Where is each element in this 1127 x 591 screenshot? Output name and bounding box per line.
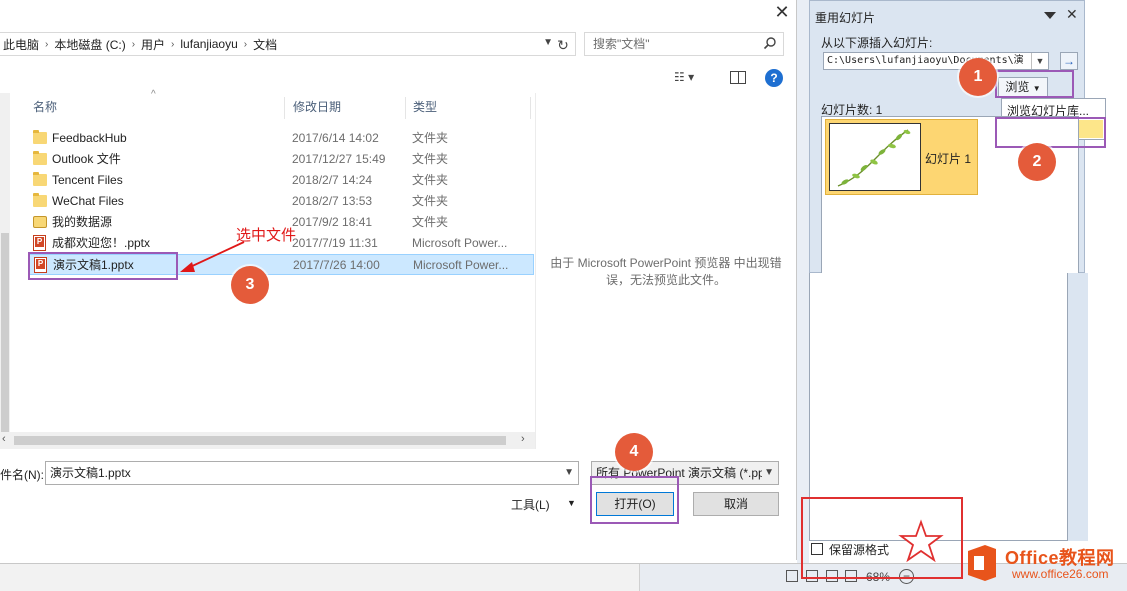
file-name: WeChat Files [52, 194, 124, 208]
file-row[interactable]: FeedbackHub 2017/6/14 14:02 文件夹 [28, 128, 534, 149]
filename-input[interactable]: 演示文稿1.pptx ▼ [45, 461, 579, 485]
breadcrumb-this-pc[interactable]: 此电脑 [0, 36, 42, 53]
preview-error-message: 由于 Microsoft PowerPoint 预览器 中出现错误，无法预览此文… [550, 256, 782, 287]
breadcrumb-local-disk[interactable]: 本地磁盘 (C:) [51, 36, 128, 53]
filename-label: 件名(N): [0, 468, 44, 482]
folder-icon [33, 130, 47, 144]
watermark-url: www.office26.com [1012, 567, 1109, 581]
vine-illustration [837, 129, 911, 187]
office-logo [968, 545, 996, 581]
step-badge-2: 2 [1018, 143, 1056, 181]
file-date: 2017/12/27 15:49 [292, 152, 386, 166]
column-divider[interactable] [530, 97, 531, 119]
chevron-right-icon[interactable]: › [168, 39, 177, 50]
column-header-date[interactable]: 修改日期 [293, 93, 341, 121]
file-row[interactable]: WeChat Files 2018/2/7 13:53 文件夹 [28, 191, 534, 212]
annotation-arrow-icon [180, 241, 245, 272]
pane-title: 重用幻灯片 [815, 11, 876, 25]
chevron-right-icon[interactable]: › [42, 39, 51, 50]
breadcrumb-documents[interactable]: 文档 [250, 36, 280, 53]
file-type: 文件夹 [412, 194, 449, 208]
file-date: 2017/6/14 14:02 [292, 131, 379, 145]
file-name: FeedbackHub [52, 131, 127, 145]
source-path-input[interactable]: C:\Users\lufanjiaoyu\Documents\演 [823, 52, 1049, 70]
file-row[interactable]: Tencent Files 2018/2/7 14:24 文件夹 [28, 170, 534, 191]
pptx-file-icon [33, 235, 46, 251]
chevron-right-icon[interactable]: › [241, 39, 250, 50]
preview-divider [535, 93, 536, 449]
close-icon[interactable]: ✕ [772, 2, 792, 22]
folder-icon [33, 193, 47, 207]
column-divider[interactable] [284, 97, 285, 119]
search-icon[interactable] [763, 36, 777, 50]
file-type: 文件夹 [412, 215, 449, 229]
star-icon [898, 519, 944, 563]
annotation-box-browse-file [995, 117, 1106, 148]
annotation-box-file [28, 252, 178, 280]
file-date: 2018/2/7 13:53 [292, 194, 373, 208]
step-badge-4: 4 [615, 433, 653, 471]
arrow-right-icon[interactable]: → [1060, 52, 1078, 70]
pane-edge [1068, 273, 1088, 541]
file-type: 文件夹 [412, 152, 449, 166]
file-date: 2017/7/26 14:00 [293, 258, 380, 272]
chevron-down-icon: ▼ [567, 498, 576, 508]
slide-item[interactable]: 幻灯片 1 [825, 119, 978, 195]
file-date: 2017/7/19 11:31 [292, 236, 378, 250]
annotation-box-browse [995, 70, 1074, 98]
slide-name: 幻灯片 1 [925, 152, 972, 166]
help-icon[interactable]: ? [765, 69, 783, 87]
filename-value: 演示文稿1.pptx [50, 466, 131, 480]
address-bar[interactable]: 此电脑 › 本地磁盘 (C:) › 用户 › lufanjiaoyu › 文档 … [0, 32, 576, 56]
file-type: Microsoft Power... [413, 258, 509, 272]
pane-options-icon[interactable] [1044, 12, 1056, 19]
cancel-button[interactable]: 取消 [693, 492, 779, 516]
data-source-folder-icon [33, 216, 47, 228]
file-name: Tencent Files [52, 173, 123, 187]
column-header-name[interactable]: 名称 [33, 93, 57, 121]
file-date: 2017/9/2 18:41 [292, 215, 373, 229]
scroll-left-icon[interactable]: ‹ [2, 433, 6, 445]
chevron-down-icon[interactable]: ▼ [1031, 53, 1048, 69]
dialog-bottom-edge [0, 564, 640, 591]
vertical-scrollbar[interactable] [0, 93, 10, 448]
file-type: Microsoft Power... [412, 236, 508, 250]
file-type: 文件夹 [412, 131, 449, 145]
folder-icon [33, 172, 47, 186]
column-header-type[interactable]: 类型 [413, 93, 437, 121]
file-row[interactable]: Outlook 文件 2017/12/27 15:49 文件夹 [28, 149, 534, 170]
horizontal-scrollbar[interactable]: ‹ › [0, 432, 535, 449]
scrollbar-thumb[interactable] [1, 233, 9, 433]
step-badge-1: 1 [959, 58, 997, 96]
breadcrumb-user[interactable]: lufanjiaoyu [177, 37, 240, 51]
annotation-box-open [590, 476, 679, 524]
file-name: Outlook 文件 [52, 152, 121, 166]
file-type: 文件夹 [412, 173, 449, 187]
folder-icon [33, 151, 47, 165]
normal-view-icon[interactable] [786, 570, 798, 582]
column-divider[interactable] [405, 97, 406, 119]
file-date: 2018/2/7 14:24 [292, 173, 373, 187]
source-label: 从以下源插入幻灯片: [821, 36, 933, 50]
breadcrumb-users[interactable]: 用户 [138, 36, 168, 53]
chevron-down-icon[interactable]: ▼ [564, 462, 574, 484]
sort-ascending-icon: ^ [151, 89, 156, 100]
chevron-right-icon[interactable]: › [129, 39, 138, 50]
search-input[interactable]: 搜索"文档" [584, 32, 784, 56]
chevron-down-icon[interactable]: ▼ [762, 462, 774, 484]
slide-thumbnail [829, 123, 921, 191]
close-icon[interactable]: ✕ [1066, 6, 1078, 23]
scrollbar-thumb[interactable] [14, 436, 506, 445]
tools-label: 工具(L) [511, 498, 550, 512]
search-placeholder: 搜索"文档" [593, 37, 650, 51]
scroll-right-icon[interactable]: › [521, 433, 525, 445]
refresh-icon[interactable]: ↻ [552, 35, 574, 55]
preview-pane-icon[interactable] [730, 71, 746, 84]
tools-dropdown-button[interactable]: 工具(L) ▼ [511, 496, 581, 514]
view-options-icon[interactable]: ☷ ▾ [674, 70, 714, 86]
